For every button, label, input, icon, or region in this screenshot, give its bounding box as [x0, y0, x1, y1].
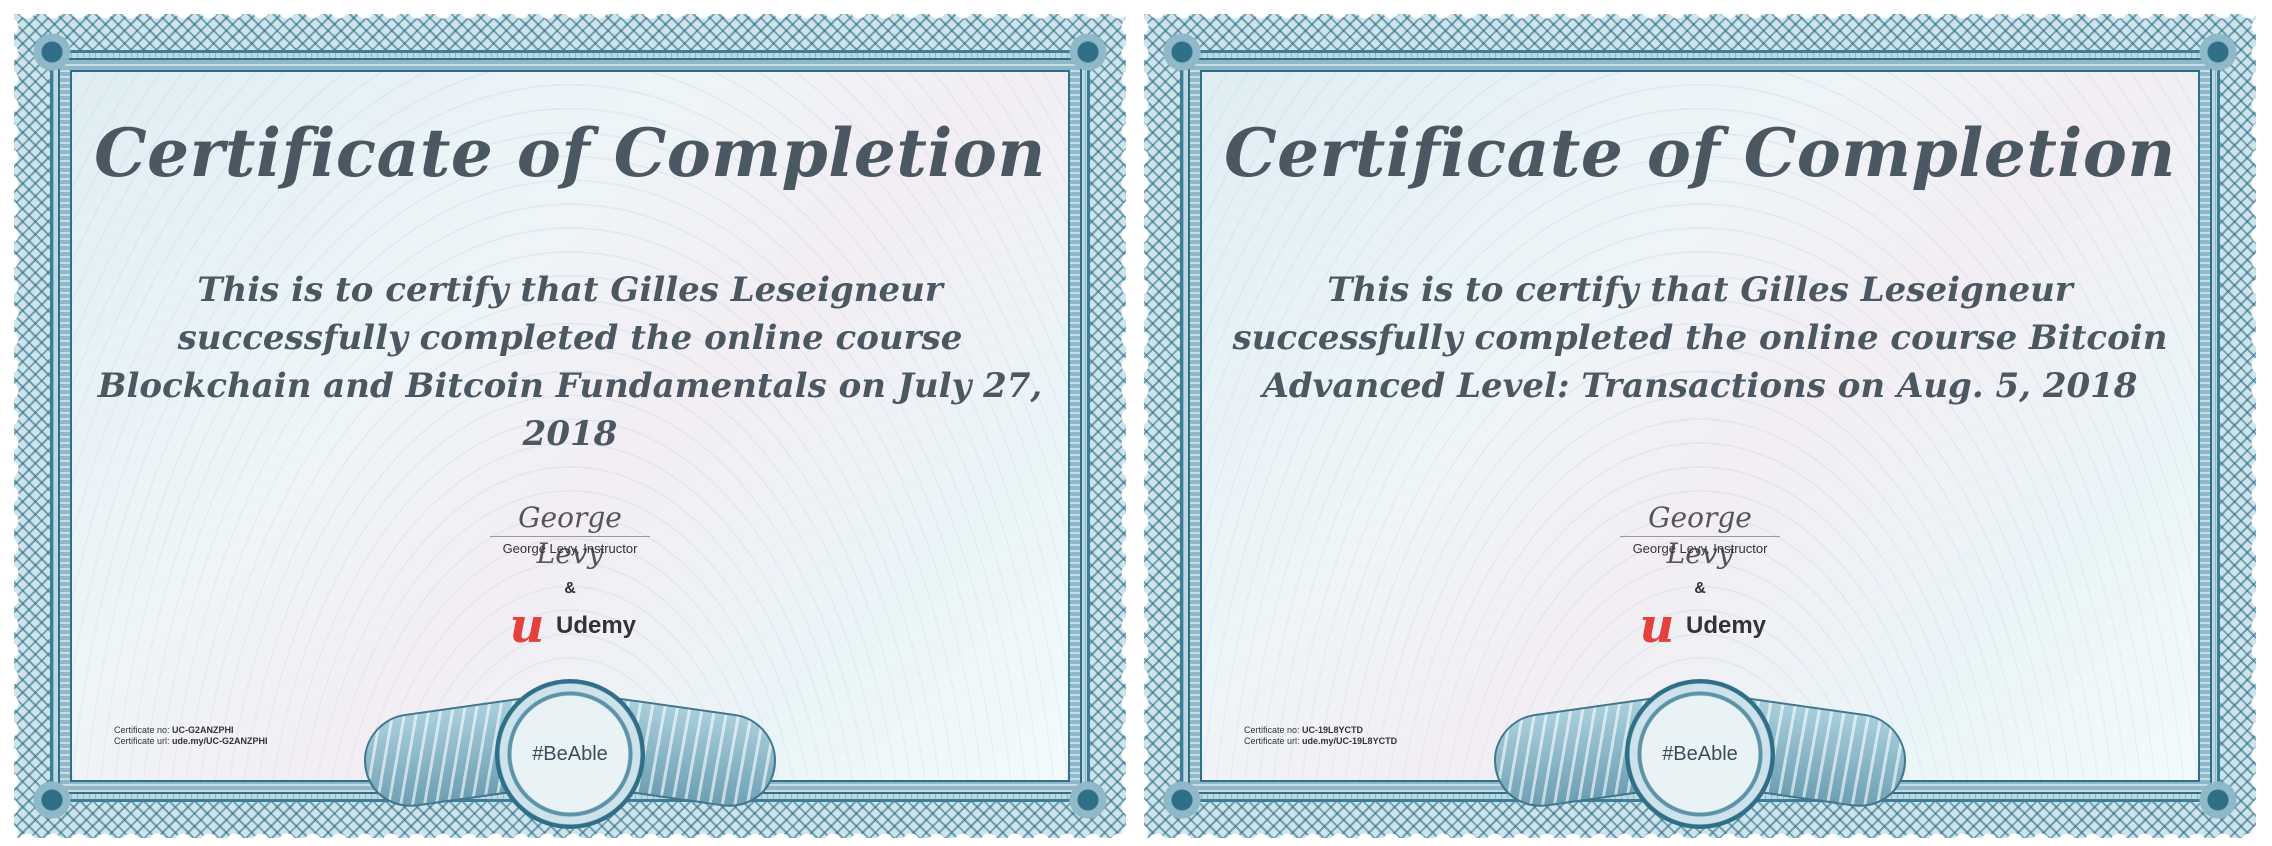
- cert-no-label: Certificate no:: [114, 725, 170, 735]
- certificate-info: Certificate no: UC-19L8YCTD Certificate …: [1244, 725, 1397, 747]
- certificate-info: Certificate no: UC-G2ANZPHI Certificate …: [114, 725, 268, 747]
- seal-medallion: #BeAble: [1625, 679, 1775, 829]
- brand-name: Udemy: [1685, 612, 1767, 639]
- signature-block: George Levy George Levy, Instructor: [1600, 500, 1800, 570]
- signature: George Levy: [490, 500, 650, 570]
- certificate-title: Certificate of Completion: [94, 114, 1046, 192]
- certificate-body: This is to certify that Gilles Leseigneu…: [97, 270, 1043, 454]
- cert-no-value: UC-19L8YCTD: [1302, 725, 1364, 735]
- cert-url-label: Certificate url:: [114, 736, 170, 746]
- seal-medallion: #BeAble: [495, 679, 645, 829]
- seal-text: #BeAble: [1662, 742, 1738, 765]
- ampersand: &: [1694, 580, 1706, 597]
- signature: George Levy: [1620, 500, 1780, 570]
- signature-block: George Levy George Levy, Instructor: [470, 500, 670, 570]
- certificate-1: Certificate of Completion This is to cer…: [14, 14, 1126, 838]
- seal-text: #BeAble: [532, 742, 608, 765]
- signature-caption: George Levy, Instructor: [1632, 541, 1768, 556]
- ampersand: &: [564, 580, 576, 597]
- cert-url-value: ude.my/UC-G2ANZPHI: [172, 736, 268, 746]
- certificate-content: Certificate of Completion This is to cer…: [70, 70, 1070, 782]
- certificate-2: Certificate of Completion This is to cer…: [1144, 14, 2256, 838]
- certificate-title: Certificate of Completion: [1224, 114, 2176, 192]
- udemy-logo: u Udemy: [1634, 598, 1767, 654]
- signature-caption: George Levy, Instructor: [502, 541, 638, 556]
- udemy-logo-icon: u: [1639, 598, 1675, 654]
- udemy-logo-icon: u: [509, 598, 545, 654]
- cert-url-label: Certificate url:: [1244, 736, 1300, 746]
- certificate-content: Certificate of Completion This is to cer…: [1200, 70, 2200, 782]
- cert-url-value: ude.my/UC-19L8YCTD: [1302, 736, 1398, 746]
- udemy-logo: u Udemy: [504, 598, 637, 654]
- cert-no-value: UC-G2ANZPHI: [172, 725, 234, 735]
- certificate-body: This is to certify that Gilles Leseigneu…: [1232, 270, 2168, 406]
- brand-name: Udemy: [555, 612, 637, 639]
- cert-no-label: Certificate no:: [1244, 725, 1300, 735]
